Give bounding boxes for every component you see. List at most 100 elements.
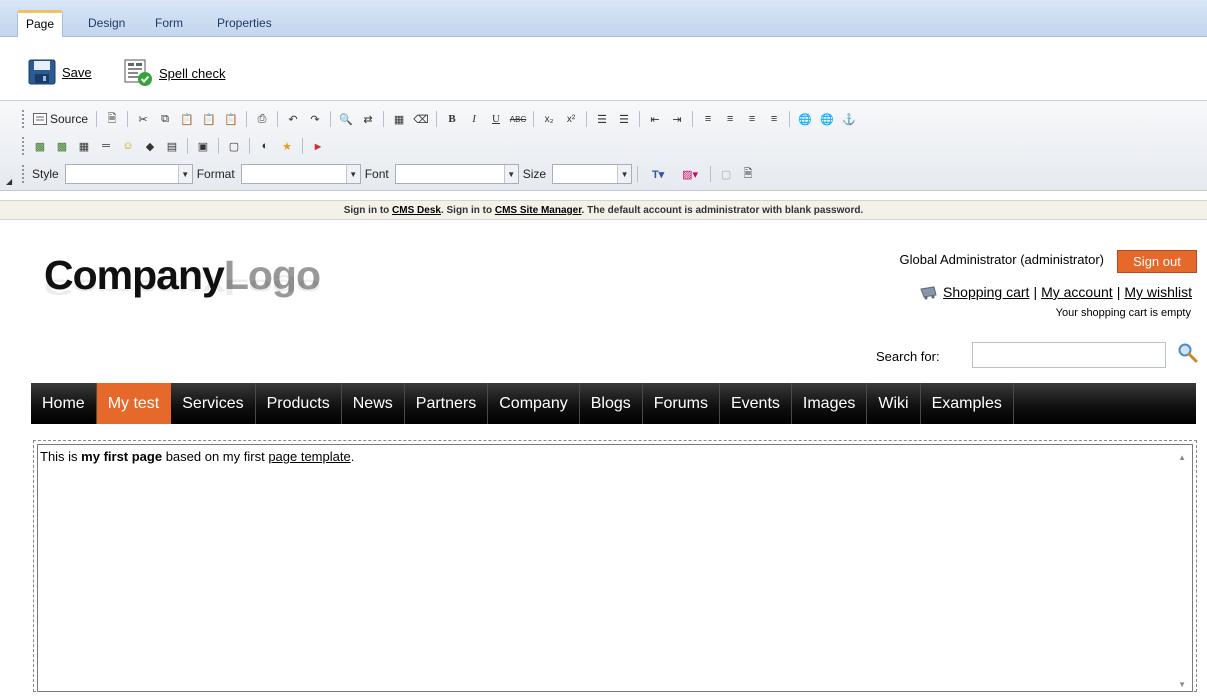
- menu-item-services[interactable]: Services: [171, 383, 256, 424]
- inline-widget-icon[interactable]: ▣: [193, 136, 213, 156]
- info-bar: Sign in to CMS Desk. Sign in to CMS Site…: [0, 200, 1207, 220]
- paste-word-icon[interactable]: 📋: [221, 109, 241, 129]
- find-icon[interactable]: 🔍: [336, 109, 356, 129]
- scroll-down-icon[interactable]: ▼: [1178, 680, 1186, 689]
- menu-item-partners[interactable]: Partners: [405, 383, 489, 424]
- unlink-icon[interactable]: 🌐: [817, 109, 837, 129]
- toolbar-row-3: Style ▼ Format ▼ Font ▼ Size ▼ T▾ ▨▾ ▢ 🗎: [22, 162, 758, 186]
- search-icon[interactable]: [1177, 342, 1199, 364]
- horizontal-rule-icon[interactable]: ═: [96, 136, 116, 156]
- redo-icon[interactable]: ↷: [305, 109, 325, 129]
- spell-check-icon: [124, 59, 152, 86]
- menu-item-blogs[interactable]: Blogs: [580, 383, 643, 424]
- numbered-list-icon[interactable]: ☰: [592, 109, 612, 129]
- align-left-icon[interactable]: ≡: [698, 109, 718, 129]
- insert-media-icon[interactable]: ▩: [52, 136, 72, 156]
- menu-item-examples[interactable]: Examples: [921, 383, 1014, 424]
- page-template-link[interactable]: page template: [268, 449, 350, 464]
- indent-icon[interactable]: ⇥: [667, 109, 687, 129]
- justify-icon[interactable]: ≡: [764, 109, 784, 129]
- chevron-down-icon: ▼: [177, 165, 192, 183]
- link-icon[interactable]: 🌐: [795, 109, 815, 129]
- source-label: Source: [50, 112, 89, 126]
- content-editor[interactable]: This is my first page based on my first …: [37, 444, 1193, 692]
- tab-bar: Page Design Form Properties: [0, 0, 1207, 37]
- page-break-icon[interactable]: ▤: [162, 136, 182, 156]
- menu-item-my-test[interactable]: My test: [96, 383, 172, 424]
- header-links: Shopping cart | My account | My wishlist: [919, 284, 1192, 300]
- source-icon: [33, 113, 47, 125]
- insert-poll-icon[interactable]: ◐: [255, 136, 275, 156]
- action-bar: Save Spell check: [0, 37, 1207, 100]
- cart-status: Your shopping cart is empty: [1055, 307, 1191, 319]
- toolbar-grip: [22, 110, 25, 128]
- my-wishlist-link[interactable]: My wishlist: [1124, 284, 1192, 300]
- menu-item-wiki[interactable]: Wiki: [867, 383, 921, 424]
- style-select[interactable]: ▼: [64, 164, 193, 184]
- toolbar-row-1: Source 🗎 ✂ ⧉ 📋 📋 📋 ⎙ ↶ ↷ 🔍 ⇄ ▦ ⌫ B I U A…: [22, 107, 859, 131]
- shopping-cart-icon: [920, 286, 937, 300]
- bulleted-list-icon[interactable]: ☰: [614, 109, 634, 129]
- text-color-icon[interactable]: T▾: [643, 164, 673, 184]
- select-all-icon[interactable]: ▦: [389, 109, 409, 129]
- tab-properties[interactable]: Properties: [209, 10, 280, 37]
- outdent-icon[interactable]: ⇤: [645, 109, 665, 129]
- source-button[interactable]: Source: [30, 112, 91, 126]
- smiley-icon[interactable]: ☺: [118, 136, 138, 156]
- cut-icon[interactable]: ✂: [133, 109, 153, 129]
- paste-text-icon[interactable]: 📋: [199, 109, 219, 129]
- insert-image-icon[interactable]: ▩: [30, 136, 50, 156]
- shopping-cart-link[interactable]: Shopping cart: [943, 284, 1029, 300]
- tab-form[interactable]: Form: [147, 10, 191, 37]
- print-icon[interactable]: ⎙: [252, 109, 272, 129]
- menu-item-news[interactable]: News: [342, 383, 405, 424]
- menu-item-company[interactable]: Company: [488, 383, 580, 424]
- undo-icon[interactable]: ↶: [283, 109, 303, 129]
- align-center-icon[interactable]: ≡: [720, 109, 740, 129]
- cms-desk-link[interactable]: CMS Desk: [392, 205, 441, 216]
- tab-page[interactable]: Page: [17, 10, 64, 37]
- menu-item-events[interactable]: Events: [720, 383, 792, 424]
- preview-icon[interactable]: 🗎: [102, 109, 122, 129]
- size-select[interactable]: ▼: [552, 164, 633, 184]
- format-select[interactable]: ▼: [240, 164, 361, 184]
- sign-out-button[interactable]: Sign out: [1117, 250, 1197, 273]
- menu-item-images[interactable]: Images: [792, 383, 868, 424]
- editor-toolbar: Source 🗎 ✂ ⧉ 📋 📋 📋 ⎙ ↶ ↷ 🔍 ⇄ ▦ ⌫ B I U A…: [0, 100, 1207, 191]
- replace-icon[interactable]: ⇄: [358, 109, 378, 129]
- menu-item-products[interactable]: Products: [256, 383, 342, 424]
- table-icon[interactable]: ▦: [74, 136, 94, 156]
- show-blocks-icon[interactable]: 🗎: [738, 164, 758, 184]
- italic-icon[interactable]: I: [464, 109, 484, 129]
- site-manager-link[interactable]: CMS Site Manager: [495, 205, 582, 216]
- search-input[interactable]: [972, 342, 1166, 368]
- remove-format-icon[interactable]: ⌫: [411, 109, 431, 129]
- tab-design[interactable]: Design: [80, 10, 133, 37]
- toolbar-grip: [22, 137, 25, 155]
- background-color-icon[interactable]: ▨▾: [675, 164, 705, 184]
- align-right-icon[interactable]: ≡: [742, 109, 762, 129]
- spell-check-button[interactable]: Spell check: [123, 59, 225, 87]
- collapse-toolbar-icon[interactable]: ◢: [6, 177, 12, 186]
- maximize-icon[interactable]: ▢: [716, 164, 736, 184]
- strikethrough-icon[interactable]: ABC: [508, 109, 528, 129]
- bold-icon[interactable]: B: [442, 109, 462, 129]
- font-label: Font: [364, 167, 389, 181]
- special-char-icon[interactable]: ◆: [140, 136, 160, 156]
- save-button[interactable]: Save: [28, 59, 92, 85]
- font-select[interactable]: ▼: [394, 164, 519, 184]
- copy-icon[interactable]: ⧉: [155, 109, 175, 129]
- scroll-up-icon[interactable]: ▲: [1178, 453, 1186, 462]
- menu-item-forums[interactable]: Forums: [643, 383, 720, 424]
- my-account-link[interactable]: My account: [1041, 284, 1113, 300]
- youtube-icon[interactable]: ▶: [308, 136, 328, 156]
- anchor-icon[interactable]: ⚓: [839, 109, 859, 129]
- insert-form-icon[interactable]: ▢: [224, 136, 244, 156]
- superscript-icon[interactable]: x²: [561, 109, 581, 129]
- paste-icon[interactable]: 📋: [177, 109, 197, 129]
- subscript-icon[interactable]: x₂: [539, 109, 559, 129]
- search-label: Search for:: [876, 349, 940, 364]
- underline-icon[interactable]: U: [486, 109, 506, 129]
- menu-item-home[interactable]: Home: [31, 383, 97, 424]
- rating-icon[interactable]: ★: [277, 136, 297, 156]
